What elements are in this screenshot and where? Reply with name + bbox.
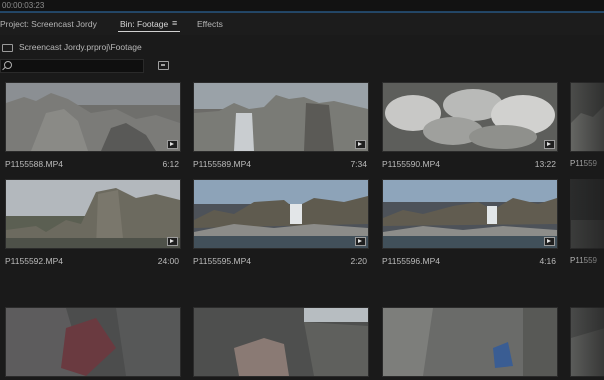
clip-tile[interactable]: P1155596.MP4 4:16 [382, 179, 558, 269]
video-clip-icon [544, 140, 555, 149]
clip-tile[interactable] [193, 307, 369, 380]
clip-name: P11559 [570, 159, 597, 168]
clip-tile[interactable]: P1155590.MP4 13:22 [382, 82, 558, 172]
clip-thumbnail[interactable] [5, 82, 181, 152]
search-row [0, 58, 604, 76]
tab-project[interactable]: Project: Screencast Jordy [0, 19, 97, 29]
clip-tile[interactable]: P1155589.MP4 7:34 [193, 82, 369, 172]
clip-thumbnail[interactable] [382, 307, 558, 377]
clip-thumbnail[interactable] [382, 179, 558, 249]
clip-name: P11559 [570, 256, 597, 265]
active-tab-underline [118, 31, 180, 32]
clip-tile[interactable] [382, 307, 558, 380]
clip-tile[interactable] [5, 307, 181, 380]
bin-path: Screencast Jordy.prproj\Footage [19, 42, 142, 52]
clip-tile[interactable]: P1155588.MP4 6:12 [5, 82, 181, 172]
clip-name: P1155595.MP4 [193, 256, 251, 266]
bin-path-row: Screencast Jordy.prproj\Footage [0, 36, 604, 56]
clip-thumbnail[interactable] [570, 179, 604, 249]
clip-thumbnail[interactable] [193, 307, 369, 377]
clip-duration: 2:20 [350, 256, 367, 266]
clip-thumbnail[interactable] [570, 307, 604, 377]
video-clip-icon [167, 140, 178, 149]
clip-thumbnail[interactable] [193, 179, 369, 249]
clip-duration: 4:16 [539, 256, 556, 266]
new-bin-icon[interactable] [158, 61, 169, 70]
clip-thumbnail[interactable] [5, 307, 181, 377]
clip-tile[interactable]: P1155595.MP4 2:20 [193, 179, 369, 269]
clip-duration: 7:34 [350, 159, 367, 169]
video-clip-icon [355, 237, 366, 246]
clip-thumbnail[interactable] [382, 82, 558, 152]
video-clip-icon [544, 237, 555, 246]
hamburger-menu-icon[interactable]: ≡ [172, 18, 177, 28]
clip-tile[interactable]: P1155592.MP4 24:00 [5, 179, 181, 269]
clip-name: P1155588.MP4 [5, 159, 63, 169]
clip-name: P1155589.MP4 [193, 159, 251, 169]
timecode-display: 00:00:03:23 [2, 1, 45, 10]
video-clip-icon [355, 140, 366, 149]
tab-bin-footage[interactable]: Bin: Footage [120, 19, 168, 29]
search-input[interactable] [0, 59, 144, 73]
clip-duration: 13:22 [534, 159, 556, 169]
clip-tile[interactable]: P11559 [570, 179, 604, 269]
clip-name: P1155592.MP4 [5, 256, 63, 266]
search-icon [4, 61, 12, 69]
panel-tab-bar: Project: Screencast Jordy Bin: Footage ≡… [0, 13, 604, 35]
clip-thumbnail[interactable] [193, 82, 369, 152]
clip-grid: P1155588.MP4 6:12 P1155589.MP4 7:34 P115… [0, 76, 604, 380]
clip-thumbnail[interactable] [570, 82, 604, 152]
clip-name: P1155596.MP4 [382, 256, 440, 266]
clip-tile[interactable]: P11559 [570, 82, 604, 172]
folder-icon[interactable] [2, 44, 13, 52]
clip-duration: 24:00 [157, 256, 179, 266]
clip-thumbnail[interactable] [5, 179, 181, 249]
clip-name: P1155590.MP4 [382, 159, 440, 169]
tab-effects[interactable]: Effects [197, 19, 223, 29]
clip-tile[interactable] [570, 307, 604, 380]
video-clip-icon [167, 237, 178, 246]
clip-duration: 6:12 [162, 159, 179, 169]
